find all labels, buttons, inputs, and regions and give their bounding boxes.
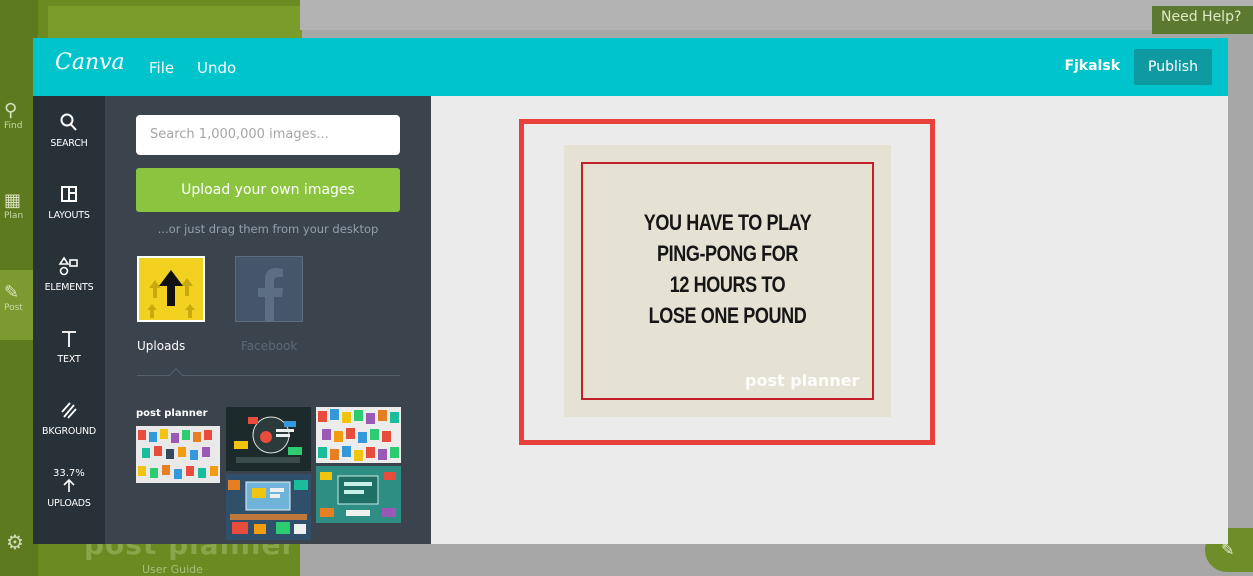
upload-icon xyxy=(33,472,105,498)
facebook-icon xyxy=(258,268,283,321)
canva-logo[interactable]: Canva xyxy=(55,50,125,75)
nav-label: TEXT xyxy=(57,354,81,365)
shapes-icon xyxy=(33,256,105,282)
quote-line: YOU HAVE TO PLAY xyxy=(643,210,812,235)
nav-label: ELEMENTS xyxy=(44,282,94,293)
user-guide-link[interactable]: User Guide xyxy=(142,563,203,576)
image-thumbnail[interactable] xyxy=(226,474,311,540)
gear-icon[interactable]: ⚙ xyxy=(6,530,24,554)
publish-button[interactable]: Publish xyxy=(1134,49,1212,85)
nav-label: BKGROUND xyxy=(42,426,96,437)
canva-editor: Canva File Undo Fjkalsk Publish SEARCH L… xyxy=(33,38,1228,544)
background-icon xyxy=(33,400,105,426)
quote-line: LOSE ONE POUND xyxy=(648,303,807,328)
bg-panel-header xyxy=(48,6,302,42)
upload-images-button[interactable]: Upload your own images xyxy=(136,168,400,212)
design-canvas-area[interactable]: YOU HAVE TO PLAY PING-PONG FOR 12 HOURS … xyxy=(431,96,1228,544)
canva-topbar: Canva File Undo Fjkalsk Publish xyxy=(33,38,1228,96)
bg-nav-label: Post xyxy=(4,303,23,313)
search-icon xyxy=(33,112,105,138)
facebook-source-tile[interactable] xyxy=(235,256,303,322)
nav-label: UPLOADS xyxy=(47,498,91,509)
image-thumbnail[interactable] xyxy=(316,407,401,463)
design-title[interactable]: Fjkalsk xyxy=(1064,58,1120,74)
upload-arrows-icon xyxy=(147,270,195,318)
thumb-brand-label: post planner xyxy=(136,408,208,419)
uploads-panel: Search 1,000,000 images... Upload your o… xyxy=(105,96,431,544)
nav-elements[interactable]: ELEMENTS xyxy=(33,256,105,293)
bg-nav-label: Plan xyxy=(4,211,24,221)
tab-facebook[interactable]: Facebook xyxy=(241,339,297,353)
image-thumbnail[interactable] xyxy=(226,407,311,471)
nav-label: SEARCH xyxy=(50,138,88,149)
tab-indicator xyxy=(168,367,184,383)
bg-nav-label: Find xyxy=(4,121,23,131)
quote-text[interactable]: YOU HAVE TO PLAY PING-PONG FOR 12 HOURS … xyxy=(607,207,847,331)
text-icon xyxy=(33,328,105,354)
image-thumbnail[interactable] xyxy=(316,466,401,523)
drag-hint: ...or just drag them from your desktop xyxy=(157,222,379,236)
menu-undo[interactable]: Undo xyxy=(197,59,236,77)
nav-uploads[interactable]: UPLOADS xyxy=(33,472,105,509)
canva-left-nav: SEARCH LAYOUTS ELEMENTS TEXT BKGROUND 33… xyxy=(33,96,105,544)
quote-line: PING-PONG FOR xyxy=(656,241,798,266)
nav-text[interactable]: TEXT xyxy=(33,328,105,365)
image-search-input[interactable]: Search 1,000,000 images... xyxy=(136,115,400,155)
nav-layouts[interactable]: LAYOUTS xyxy=(33,184,105,221)
tab-uploads[interactable]: Uploads xyxy=(137,339,185,353)
quote-line: 12 HOURS TO xyxy=(669,272,786,297)
design-page[interactable]: YOU HAVE TO PLAY PING-PONG FOR 12 HOURS … xyxy=(564,145,891,417)
watermark-logo: post planner xyxy=(745,371,860,390)
uploads-source-tile[interactable] xyxy=(137,256,205,322)
layout-icon xyxy=(33,184,105,210)
nav-search[interactable]: SEARCH xyxy=(33,112,105,149)
nav-background[interactable]: BKGROUND xyxy=(33,400,105,437)
need-help-button[interactable]: Need Help? xyxy=(1152,6,1253,34)
nav-label: LAYOUTS xyxy=(48,210,90,221)
menu-file[interactable]: File xyxy=(149,59,174,77)
bg-top-strip xyxy=(300,0,1253,30)
image-thumbnail[interactable] xyxy=(136,426,220,483)
